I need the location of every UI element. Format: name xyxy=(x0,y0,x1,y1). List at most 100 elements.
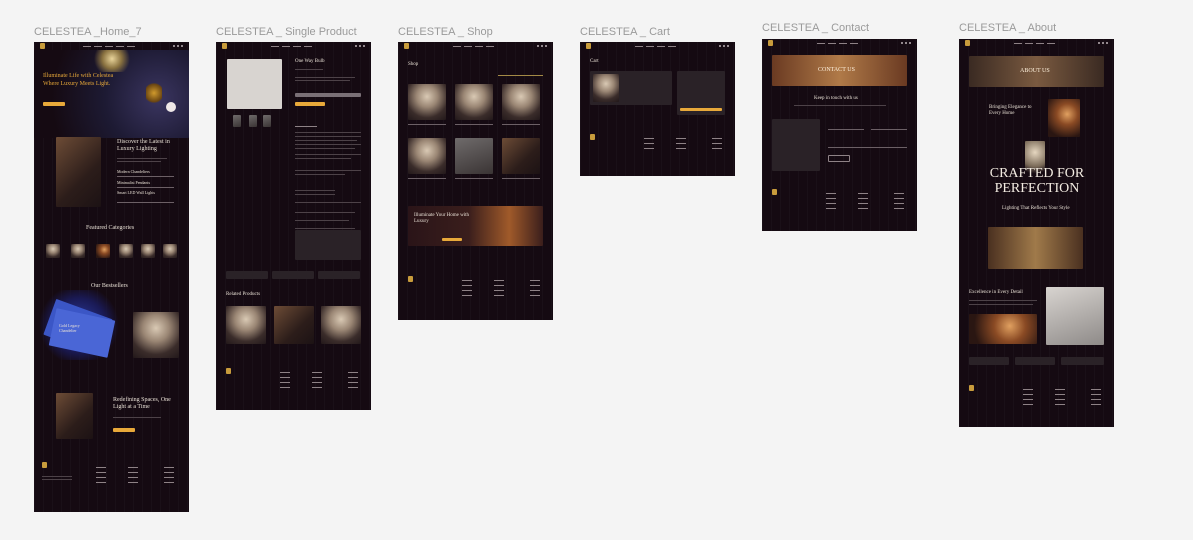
frame-contact[interactable]: CONTACT US Keep in touch with us xyxy=(762,39,917,231)
product-card[interactable] xyxy=(502,138,540,174)
cart-icon[interactable] xyxy=(177,45,179,47)
discover-title: Discover the Latest in Luxury Lighting xyxy=(117,139,170,152)
footer-column xyxy=(644,138,654,153)
nav-bar xyxy=(216,42,371,50)
frame-home[interactable]: Illuminate Life with Celestea Where Luxu… xyxy=(34,42,189,512)
accordion-item-2[interactable]: Minimalist Pendants xyxy=(117,180,150,186)
search-icon[interactable] xyxy=(173,45,175,47)
cart-icon[interactable] xyxy=(905,42,907,44)
nav-bar xyxy=(580,42,735,50)
frame-single-product[interactable]: One Way Bulb Related Products xyxy=(216,42,371,410)
category-item[interactable] xyxy=(163,244,177,258)
about-lamp-image xyxy=(1048,99,1080,137)
hero-armchair xyxy=(146,82,162,104)
frame-shop[interactable]: Shop Illuminate Your Home with Luxury xyxy=(398,42,553,320)
frame-label-about: CELESTEA _ About xyxy=(959,22,1057,34)
cart-icon[interactable] xyxy=(723,45,725,47)
frame-about[interactable]: ABOUT US Bringing Elegance to Every Home… xyxy=(959,39,1114,427)
product-thumbnail[interactable] xyxy=(233,115,241,127)
checkout-button[interactable] xyxy=(680,108,722,111)
footer-logo-icon xyxy=(969,385,974,391)
cart-icon[interactable] xyxy=(359,45,361,47)
user-icon[interactable] xyxy=(727,45,729,47)
hero-title: Illuminate Life with Celestea xyxy=(43,73,114,79)
contact-banner-title: CONTACT US xyxy=(818,67,855,73)
footer-column xyxy=(312,372,322,392)
footer-column xyxy=(462,280,472,300)
send-button[interactable] xyxy=(828,155,850,162)
user-icon[interactable] xyxy=(545,45,547,47)
hero-subtitle: Where Luxury Meets Light. xyxy=(43,81,111,87)
search-icon[interactable] xyxy=(719,45,721,47)
search-icon[interactable] xyxy=(537,45,539,47)
search-icon[interactable] xyxy=(355,45,357,47)
name-field[interactable] xyxy=(828,129,864,130)
hero-cta-button[interactable] xyxy=(43,102,65,106)
related-product-image[interactable] xyxy=(274,306,314,344)
category-item[interactable] xyxy=(141,244,155,258)
frame-label-home: CELESTEA _Home_7 xyxy=(34,26,142,38)
user-icon[interactable] xyxy=(181,45,183,47)
frame-label-contact: CELESTEA _ Contact xyxy=(762,22,869,34)
shop-banner xyxy=(408,206,543,246)
accordion-item-1[interactable]: Modern Chandeliers xyxy=(117,169,150,175)
review-form[interactable] xyxy=(295,230,361,260)
product-thumbnail[interactable] xyxy=(249,115,257,127)
cart-icon[interactable] xyxy=(1102,42,1104,44)
bestseller-card-title: Gold Legacy Chandelier xyxy=(59,323,80,333)
bringing-title: Bringing Elegance to Every Home xyxy=(989,105,1032,116)
product-main-image[interactable] xyxy=(227,59,282,109)
accordion-item-3[interactable]: Smart LED Wall Lights xyxy=(117,190,157,196)
bestseller-image[interactable] xyxy=(133,312,179,358)
bestsellers-title: Our Bestsellers xyxy=(91,283,128,289)
footer-logo-icon xyxy=(42,462,47,468)
logo-icon xyxy=(768,40,773,46)
category-item[interactable] xyxy=(119,244,133,258)
filter-bar[interactable] xyxy=(498,75,543,76)
footer-column xyxy=(826,193,836,213)
category-item[interactable] xyxy=(71,244,85,258)
lighting-subtitle: Lighting That Reflects Your Style xyxy=(1002,206,1070,211)
about-banner-title: ABOUT US xyxy=(1020,68,1050,74)
product-card[interactable] xyxy=(408,84,446,120)
user-icon[interactable] xyxy=(363,45,365,47)
footer-column xyxy=(530,280,540,300)
frame-cart[interactable]: Cart xyxy=(580,42,735,176)
discover-image xyxy=(56,137,101,207)
product-option-bar[interactable] xyxy=(295,93,361,97)
excellence-image xyxy=(1046,287,1104,345)
user-icon[interactable] xyxy=(909,42,911,44)
email-field[interactable] xyxy=(871,129,907,130)
footer-logo-icon xyxy=(408,276,413,282)
product-card[interactable] xyxy=(408,138,446,174)
message-field[interactable] xyxy=(828,147,907,148)
frame-label-cart: CELESTEA _ Cart xyxy=(580,26,670,38)
footer-column xyxy=(1091,389,1101,409)
product-card[interactable] xyxy=(502,84,540,120)
user-icon[interactable] xyxy=(1106,42,1108,44)
cart-icon[interactable] xyxy=(541,45,543,47)
related-product-image[interactable] xyxy=(226,306,266,344)
product-card[interactable] xyxy=(455,84,493,120)
nav-bar xyxy=(959,39,1114,47)
about-hall-image xyxy=(988,227,1083,269)
feature-badge xyxy=(1061,357,1104,365)
category-item[interactable] xyxy=(96,244,110,258)
footer-logo-icon xyxy=(772,189,777,195)
footer-column xyxy=(712,138,722,153)
shop-banner-button[interactable] xyxy=(442,238,462,241)
product-card[interactable] xyxy=(455,138,493,174)
frame-label-single-product: CELESTEA _ Single Product xyxy=(216,26,357,38)
search-icon[interactable] xyxy=(901,42,903,44)
product-thumbnail[interactable] xyxy=(263,115,271,127)
logo-icon xyxy=(586,43,591,49)
add-to-cart-button[interactable] xyxy=(295,102,325,106)
search-icon[interactable] xyxy=(1098,42,1100,44)
hero-play-badge[interactable] xyxy=(166,102,176,112)
category-item[interactable] xyxy=(46,244,60,258)
related-product-image[interactable] xyxy=(321,306,361,344)
redefining-cta-button[interactable] xyxy=(113,428,135,432)
shop-title: Shop xyxy=(408,62,419,67)
logo-icon xyxy=(40,43,45,49)
frame-label-shop: CELESTEA _ Shop xyxy=(398,26,493,38)
